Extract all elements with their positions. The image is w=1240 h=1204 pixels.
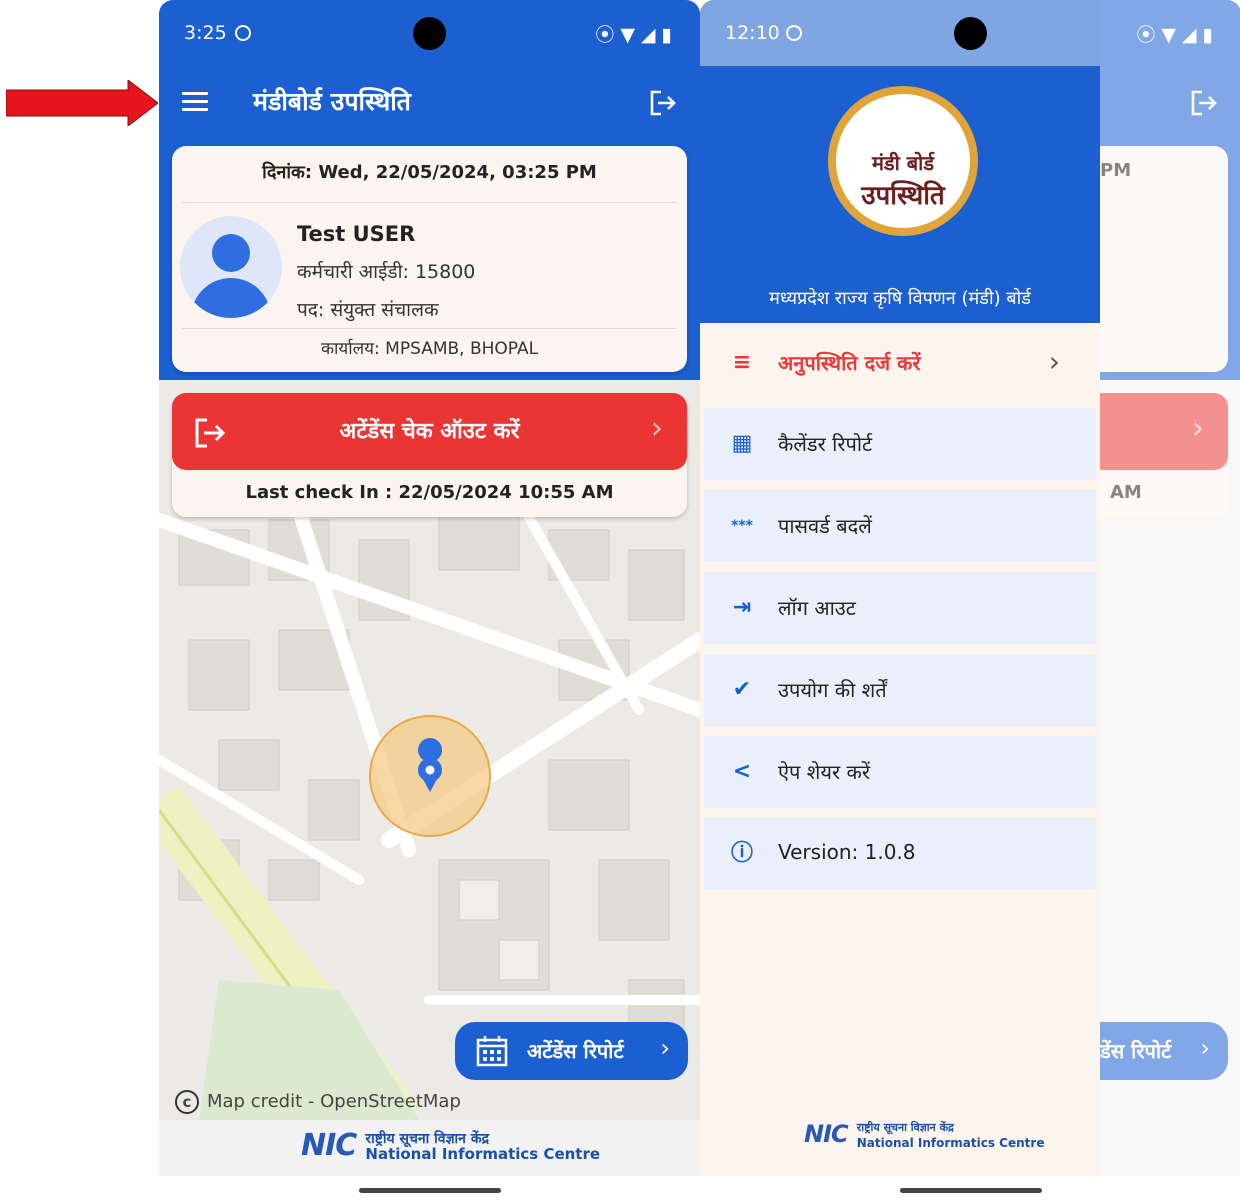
menu-item-version: ⓘ Version: 1.0.8 — [704, 818, 1096, 890]
board-name: मध्यप्रदेश राज्य कृषि विपणन (मंडी) बोर्ड — [769, 288, 1031, 309]
sync-icon — [786, 25, 802, 41]
status-icons: ⦿▼◢▮ — [1136, 24, 1219, 46]
menu-item-logout[interactable]: ⇥ लॉग आउट — [704, 572, 1096, 644]
verified-icon: ✔ — [732, 677, 752, 702]
employee-id: कर्मचारी आईडी: 15800 — [297, 261, 476, 283]
app-bar: मंडीबोर्ड उपस्थिति — [159, 66, 700, 146]
share-icon: < — [732, 759, 752, 784]
user-name: Test USER — [297, 222, 416, 246]
menu-item-calendar-report[interactable]: ▦ कैलेंडर रिपोर्ट — [704, 408, 1096, 480]
camera-cutout — [954, 17, 987, 50]
status-icons: ⦿▼◢▮ — [595, 24, 678, 46]
calendar-icon: ▦ — [731, 431, 753, 456]
chevron-right-icon: › — [1048, 345, 1060, 378]
menu-item-share-app[interactable]: < ऐप शेयर करें — [704, 736, 1096, 808]
avatar — [180, 216, 282, 318]
logout-icon[interactable] — [648, 88, 678, 118]
home-gesture-handle[interactable] — [359, 1188, 501, 1193]
drawer-screen: PM › AM डेंस रिपोर्ट › 12:10 ⦿▼◢▮ मंडी ब… — [700, 0, 1240, 1204]
nav-bar — [159, 1176, 700, 1204]
app-title: मंडीबोर्ड उपस्थिति — [253, 87, 411, 116]
app-logo: मंडी बोर्ड उपस्थिति — [828, 86, 978, 236]
nic-logo: NIC राष्ट्रीय सूचना विज्ञान केंद्र Nation… — [804, 1120, 1045, 1150]
hamburger-menu-icon[interactable] — [182, 92, 208, 112]
attendance-report-button[interactable]: अटेंडेंस रिपोर्ट › — [455, 1022, 688, 1080]
checkout-label: अटेंडेंस चेक ऑउट करें — [339, 419, 520, 444]
current-date: दिनांक: Wed, 22/05/2024, 03:25 PM — [262, 162, 597, 183]
password-icon: *** — [731, 518, 753, 534]
checkout-card: अटेंडेंस चेक ऑउट करें › Last check In : … — [172, 393, 687, 517]
home-screen: 3:25 ⦿▼◢▮ मंडीबोर्ड उपस्थिति दिनांक: Wed… — [159, 0, 700, 1204]
chevron-right-icon: › — [660, 1034, 670, 1062]
status-bar: 12:10 ⦿▼◢▮ — [700, 0, 1240, 66]
attendance-report-label: अटेंडेंस रिपोर्ट — [527, 1039, 624, 1063]
camera-cutout — [413, 17, 446, 50]
divider — [182, 202, 677, 203]
annotation-arrow-icon — [6, 80, 158, 126]
map-credit: c Map credit - OpenStreetMap — [175, 1090, 461, 1114]
nav-bar — [700, 1176, 1240, 1204]
calendar-icon — [476, 1036, 508, 1067]
status-bar: 3:25 ⦿▼◢▮ — [159, 0, 700, 66]
info-icon: ⓘ — [730, 841, 753, 866]
divider — [182, 328, 677, 329]
status-time: 12:10 — [725, 22, 780, 44]
sync-icon — [235, 25, 251, 41]
office: कार्यालय: MPSAMB, BHOPAL — [320, 339, 539, 359]
footer: NIC राष्ट्रीय सूचना विज्ञान केंद्र Nation… — [159, 1120, 700, 1176]
checkout-button[interactable]: अटेंडेंस चेक ऑउट करें › — [172, 393, 687, 470]
chevron-right-icon: › — [651, 411, 663, 446]
nic-logo: NIC राष्ट्रीय सूचना विज्ञान केंद्र Nation… — [301, 1128, 601, 1163]
drawer-header: मंडी बोर्ड उपस्थिति मध्यप्रदेश राज्य कृष… — [700, 66, 1100, 323]
list-icon: ≡ — [732, 350, 752, 375]
status-time: 3:25 — [184, 22, 227, 44]
logout-icon: ⇥ — [732, 595, 752, 620]
profile-card: दिनांक: Wed, 22/05/2024, 03:25 PM Test U… — [172, 146, 687, 372]
menu-item-change-password[interactable]: *** पासवर्ड बदलें — [704, 490, 1096, 562]
menu-item-absence[interactable]: ≡ अनुपस्थिति दर्ज करें › — [704, 327, 1096, 399]
home-gesture-handle[interactable] — [900, 1188, 1042, 1193]
copyright-icon: c — [175, 1090, 199, 1114]
last-checkin: Last check In : 22/05/2024 10:55 AM — [245, 482, 614, 503]
designation: पद: संयुक्त संचालक — [297, 299, 439, 321]
navigation-drawer: मंडी बोर्ड उपस्थिति मध्यप्रदेश राज्य कृष… — [700, 0, 1100, 1176]
menu-item-terms[interactable]: ✔ उपयोग की शर्तें — [704, 654, 1096, 726]
